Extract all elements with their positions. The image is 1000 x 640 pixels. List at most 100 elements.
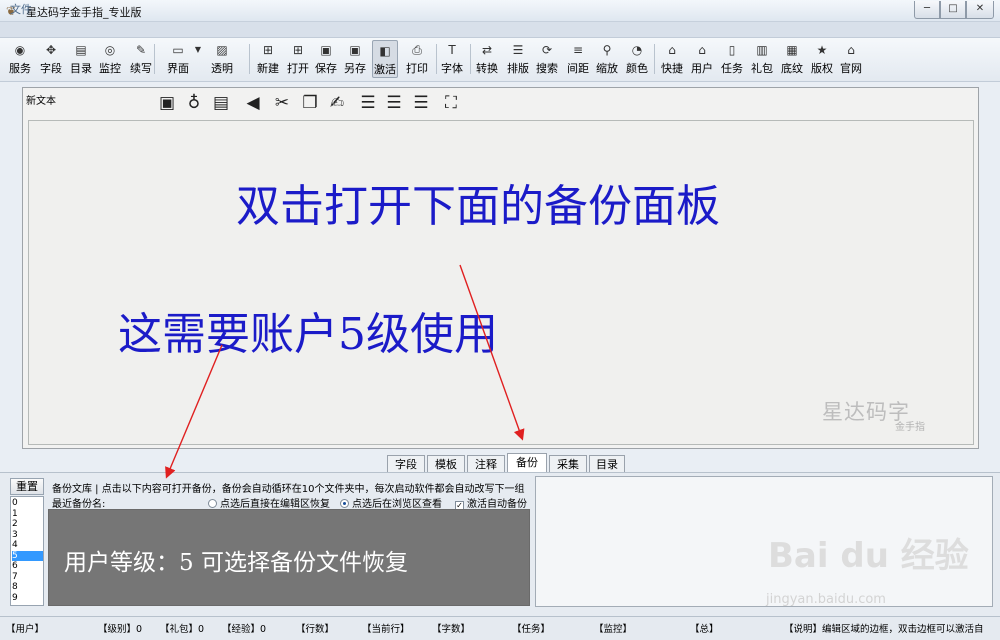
tab-fields[interactable]: 字段 — [387, 455, 425, 473]
toolbar-button-1[interactable]: ✥ 字段 — [37, 40, 65, 78]
tab-notes[interactable]: 注释 — [467, 455, 505, 473]
toolbar-button-26[interactable]: ⌂ 官网 — [838, 40, 864, 78]
window-icon: ▭ — [172, 43, 184, 57]
tab-collect[interactable]: 采集 — [549, 455, 587, 473]
print-icon: ⎙ — [412, 43, 422, 57]
auto-backup-checkbox[interactable]: ✓ 激活自动备份 — [455, 495, 527, 510]
toolbar-button-label: 续写 — [130, 62, 152, 75]
toolbar-button-6[interactable]: ▨ 透明 — [206, 40, 238, 78]
maximize-button[interactable]: □ — [940, 1, 966, 19]
toolbar-button-label: 界面 — [167, 62, 189, 75]
interface-dropdown-arrow-icon[interactable]: ▼ — [193, 40, 203, 78]
save-icon: ▣ — [320, 43, 332, 57]
toolbar-button-label: 保存 — [315, 62, 337, 75]
toolbar-button-label: 激活 — [374, 63, 396, 76]
backup-slot-item[interactable]: 3 — [12, 530, 43, 541]
toolbar-button-18[interactable]: ⚲ 缩放 — [594, 40, 620, 78]
toolbar-button-10[interactable]: ▣ 另存 — [342, 40, 368, 78]
cut-icon[interactable]: ✂ — [271, 91, 293, 115]
backup-slot-item[interactable]: 9 — [12, 593, 43, 604]
status-monitor: 【监控】 — [594, 624, 633, 635]
editor-file-label: 新文本 — [26, 96, 56, 107]
toolbar-button-23[interactable]: ▥ 礼包 — [749, 40, 775, 78]
convert-icon: ⇄ — [481, 43, 493, 57]
toolbar-button-9[interactable]: ▣ 保存 — [313, 40, 339, 78]
view-in-browser-radio[interactable]: 点选后在浏览区查看 — [340, 495, 442, 510]
reset-button[interactable]: 重置 — [10, 478, 44, 495]
save-as-icon: ▣ — [349, 43, 361, 57]
toolbar-button-3[interactable]: ◎ 监控 — [96, 40, 124, 78]
backup-slot-item[interactable]: 5 — [12, 550, 43, 561]
toolbar-button-24[interactable]: ▦ 底纹 — [779, 40, 805, 78]
backup-preview-text: 用户等级：5 可选择备份文件恢复 — [64, 550, 408, 576]
restore-in-editor-radio[interactable]: 点选后直接在编辑区恢复 — [208, 495, 330, 510]
toolbar-button-20[interactable]: ⌂ 快捷 — [659, 40, 685, 78]
toolbar-button-12[interactable]: ⎙ 打印 — [403, 40, 431, 78]
toolbar-button-21[interactable]: ⌂ 用户 — [689, 40, 715, 78]
toolbar-button-13[interactable]: T 字体 — [439, 40, 465, 78]
toolbar-button-label: 版权 — [811, 62, 833, 75]
backup-slot-item[interactable]: 8 — [12, 582, 43, 593]
toolbar-button-5[interactable]: ▭ 界面 — [162, 40, 194, 78]
toolbar-button-19[interactable]: ◔ 颜色 — [624, 40, 650, 78]
toolbar-button-label: 打印 — [406, 62, 428, 75]
toolbar-button-4[interactable]: ✎ 续写 — [127, 40, 155, 78]
close-button[interactable]: ✕ — [966, 1, 994, 19]
align-center-icon[interactable]: ☰ — [383, 91, 405, 115]
tab-catalog[interactable]: 目录 — [589, 455, 625, 473]
save-disk-icon[interactable]: ▣ — [156, 91, 178, 115]
editor-line-2: 这需要账户5级使用 — [118, 309, 498, 360]
baidu-watermark: Bai du 经验 — [768, 536, 969, 576]
minimize-button[interactable]: ─ — [914, 1, 940, 19]
paste-icon[interactable]: ✍ — [326, 91, 348, 115]
toolbar-button-17[interactable]: ≡ 间距 — [565, 40, 591, 78]
lightbulb-icon[interactable]: ♁ — [183, 91, 205, 115]
radio-circle[interactable] — [208, 499, 217, 508]
back-arrow-icon[interactable]: ◀ — [242, 91, 264, 115]
toolbar-button-label: 排版 — [507, 62, 529, 75]
backup-slot-item[interactable]: 7 — [12, 572, 43, 583]
toolbar-button-label: 用户 — [691, 62, 713, 75]
toolbar-button-label: 目录 — [70, 62, 92, 75]
toolbar-button-label: 字段 — [40, 62, 62, 75]
toolbar-separator — [436, 44, 437, 74]
backup-slot-item[interactable]: 6 — [12, 561, 43, 572]
backup-slot-item[interactable]: 2 — [12, 519, 43, 530]
main-toolbar: ◉ 服务 ✥ 字段 ▤ 目录 ◎ 监控 ✎ 续写 ▭ 界面 ▨ 透明 ⊞ 新建 ⊞ 打开 ▣ 保存 ▣ 另存 ◧ 激活 ⎙ 打印 T… — [0, 38, 1000, 82]
backup-slot-item[interactable]: 4 — [12, 540, 43, 551]
backup-slot-list[interactable]: 0123456789 — [10, 496, 44, 606]
tab-templates[interactable]: 模板 — [427, 455, 465, 473]
radio-circle-selected[interactable] — [340, 499, 349, 508]
toolbar-button-8[interactable]: ⊞ 打开 — [285, 40, 311, 78]
toolbar-button-label: 转换 — [476, 62, 498, 75]
shortcut-icon: ⌂ — [668, 43, 676, 57]
toolbar-button-2[interactable]: ▤ 目录 — [67, 40, 95, 78]
toolbar-button-0[interactable]: ◉ 服务 — [6, 40, 34, 78]
copy-icon[interactable]: ❐ — [299, 91, 321, 115]
toolbar-separator — [249, 44, 250, 74]
toolbar-button-label: 颜色 — [626, 62, 648, 75]
baidu-watermark-url: jingyan.baidu.com — [766, 592, 886, 607]
document-icon[interactable]: ▤ — [210, 91, 232, 115]
align-left-icon[interactable]: ☰ — [357, 91, 379, 115]
toolbar-button-7[interactable]: ⊞ 新建 — [255, 40, 281, 78]
align-right-icon[interactable]: ☰ — [410, 91, 432, 115]
activate-icon: ◧ — [379, 44, 391, 58]
tab-backup[interactable]: 备份 — [507, 453, 547, 473]
status-level: 【级别】0 — [98, 624, 143, 635]
backup-slot-item[interactable]: 0 — [12, 498, 43, 509]
toolbar-button-14[interactable]: ⇄ 转换 — [474, 40, 500, 78]
status-user: 【用户】 — [6, 624, 45, 635]
toolbar-button-16[interactable]: ⟳ 搜索 — [534, 40, 560, 78]
toolbar-button-15[interactable]: ☰ 排版 — [505, 40, 531, 78]
toolbar-button-22[interactable]: ▯ 任务 — [719, 40, 745, 78]
toolbar-separator — [654, 44, 655, 74]
status-current-line: 【当前行】 — [362, 624, 410, 635]
menu-file[interactable]: 文件 — [10, 1, 32, 17]
toolbar-button-11[interactable]: ◧ 激活 — [372, 40, 398, 78]
toolbar-button-label: 打开 — [287, 62, 309, 75]
texture-icon: ▦ — [786, 43, 798, 57]
backup-slot-item[interactable]: 1 — [12, 509, 43, 520]
toolbar-button-25[interactable]: ★ 版权 — [809, 40, 835, 78]
fullscreen-icon[interactable]: ⛶ — [440, 91, 462, 115]
